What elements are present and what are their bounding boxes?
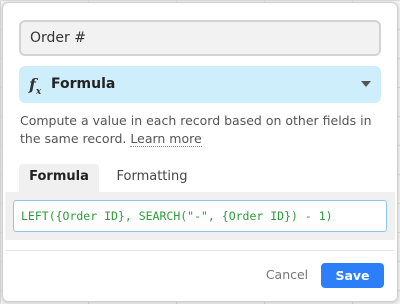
field-type-description: Compute a value in each record based on … [20, 112, 382, 148]
tab-formula[interactable]: Formula [19, 164, 99, 192]
formula-fx-icon: fx [29, 75, 42, 98]
chevron-down-icon [361, 81, 371, 87]
cancel-button[interactable]: Cancel [261, 263, 313, 287]
field-type-select[interactable]: fx Formula [19, 66, 381, 103]
field-name-input[interactable]: Order # [19, 20, 381, 56]
learn-more-link[interactable]: Learn more [130, 131, 202, 147]
field-type-label: Formula [51, 76, 116, 92]
formula-panel: LEFT({Order ID}, SEARCH("-", {Order ID})… [5, 192, 395, 240]
field-config-dialog: Order # fx Formula Compute a value in ea… [2, 2, 398, 302]
formula-input[interactable]: LEFT({Order ID}, SEARCH("-", {Order ID})… [13, 200, 387, 232]
footer-divider [5, 250, 395, 251]
save-button[interactable]: Save [321, 263, 384, 288]
tab-formatting[interactable]: Formatting [107, 164, 197, 192]
